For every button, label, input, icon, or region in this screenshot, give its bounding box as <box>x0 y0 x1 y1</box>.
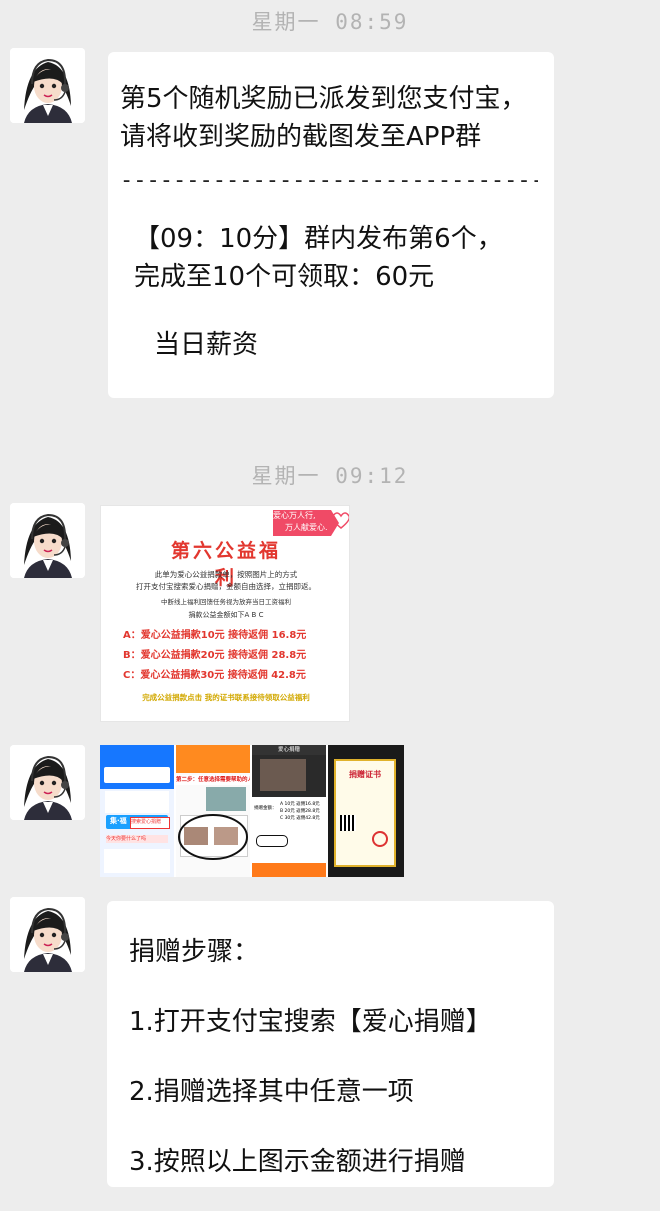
divider: ---------------------------------- <box>120 168 538 193</box>
step-text: 3.按照以上图示金额进行捐赠 <box>129 1147 466 1177</box>
screenshot-donate-page: 爱心捐赠 捐赠金额： A 10元 返佣16.8元 B 20元 返佣28.8元 C… <box>252 745 326 877</box>
donation-option: C：爱心公益捐款30元 接待返佣 42.8元 <box>123 670 306 681</box>
shot-text: 捐赠金额： <box>254 806 277 811</box>
poster-footer: 完成公益捐款点击 我的证书联系接待领取公益福利 <box>142 693 310 702</box>
poster-desc: 此单为爱心公益捐款单，按照图片上的方式 <box>154 570 298 579</box>
message-text: 完成至10个可领取：60元 <box>134 262 435 292</box>
message-text: 第5个随机奖励已派发到您支付宝， <box>120 84 527 114</box>
message-bubble-reward[interactable]: 第5个随机奖励已派发到您支付宝， 请将收到奖励的截图发至APP群 -------… <box>108 52 554 398</box>
avatar[interactable] <box>10 745 85 820</box>
shot-text: 今天你要什么了吗 <box>106 835 168 843</box>
step-text: 2.捐赠选择其中任意一项 <box>129 1077 414 1107</box>
donation-option: A：爱心公益捐款10元 接待返佣 16.8元 <box>123 630 307 641</box>
step-text: 捐赠步骤： <box>129 937 260 967</box>
message-text: 当日薪资 <box>154 330 259 360</box>
shot-text: B 20元 返佣28.8元 <box>280 809 320 814</box>
poster-desc: 打开支付宝搜索爱心捐赠，金额自由选择，立捐即返。 <box>136 582 316 591</box>
avatar[interactable] <box>10 897 85 972</box>
message-text: 请将收到奖励的截图发至APP群 <box>120 122 482 152</box>
donation-option: B：爱心公益捐款20元 接待返佣 28.8元 <box>123 650 307 661</box>
agent-avatar-icon <box>10 503 85 578</box>
tag-text: 爱心万人行, <box>273 511 316 520</box>
avatar[interactable] <box>10 503 85 578</box>
agent-avatar-icon <box>10 897 85 972</box>
poster-title: 第六公益福利 <box>170 540 281 589</box>
agent-avatar-icon <box>10 745 85 820</box>
shot-text: 第二步：任意选择需要帮助的人 <box>176 775 250 785</box>
poster-desc: 捐款公益金额如下A B C <box>188 611 264 619</box>
screenshot-alipay-home: 集·福 搜索爱心捐赠 今天你要什么了吗 <box>100 745 174 877</box>
shot-text: 集·福 <box>110 817 127 825</box>
shot-text: 爱心捐赠 <box>252 745 326 755</box>
shot-text: 捐赠证书 <box>349 770 381 779</box>
shot-text: A 10元 返佣16.8元 <box>280 802 320 807</box>
screenshot-collage-image[interactable]: 集·福 搜索爱心捐赠 今天你要什么了吗 第二步：任意选择需要帮助的人 爱心捐赠 … <box>100 745 404 877</box>
timestamp-2: 星期一 09:12 <box>251 464 409 488</box>
charity-poster-image[interactable]: 爱心万人行, 万人献爱心. 第六公益福利 此单为爱心公益捐款单，按照图片上的方式… <box>100 505 350 722</box>
tag-text: 万人献爱心. <box>285 523 328 532</box>
timestamp-1: 星期一 08:59 <box>251 10 409 34</box>
avatar[interactable] <box>10 48 85 123</box>
poster-desc: 中断线上福利回馈任务视为放弃当日工资福利 <box>161 598 291 606</box>
shot-text: C 30元 返佣42.8元 <box>280 816 320 821</box>
screenshot-certificate: 捐赠证书 <box>328 745 404 877</box>
step-text: 1.打开支付宝搜索【爱心捐赠】 <box>129 1007 492 1037</box>
agent-avatar-icon <box>10 48 85 123</box>
shot-text: 搜索爱心捐赠 <box>130 817 170 829</box>
message-text: 【09：10分】群内发布第6个， <box>134 224 503 254</box>
screenshot-donation-list: 第二步：任意选择需要帮助的人 <box>176 745 250 877</box>
message-bubble-steps[interactable]: 捐赠步骤： 1.打开支付宝搜索【爱心捐赠】 2.捐赠选择其中任意一项 3.按照以… <box>107 901 554 1187</box>
